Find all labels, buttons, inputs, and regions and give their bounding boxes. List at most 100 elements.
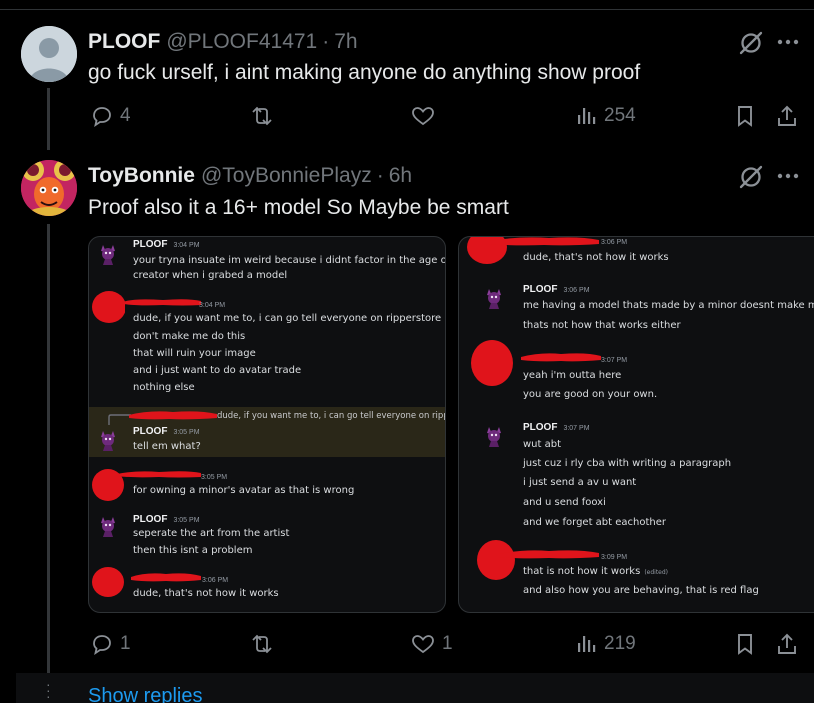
redacted-avatar-icon	[471, 340, 513, 386]
views-button[interactable]: 254	[576, 100, 636, 132]
reply-preview: dude, if you want me to, i can go tell e…	[217, 411, 446, 421]
chat-username-text: PLOOF	[523, 422, 558, 433]
chat-time-row: 3:09 PM	[595, 551, 627, 562]
chat-screenshot-right[interactable]: 3:06 PM dude, that's not how it works PL…	[458, 236, 814, 613]
share-icon	[778, 633, 796, 654]
tweet-header: ToyBonnie @ToyBonniePlayz · 6h	[88, 164, 412, 188]
like-icon	[412, 635, 434, 654]
chat-time-row: 3:06 PM	[595, 237, 627, 247]
retweet-icon	[252, 634, 272, 654]
reply-button[interactable]: 1	[90, 628, 131, 660]
chat-username-text: PLOOF	[523, 284, 558, 295]
chat-username-text: PLOOF	[133, 514, 168, 525]
chat-line: and u send fooxi	[523, 497, 606, 508]
bookmark-button[interactable]	[734, 100, 756, 132]
chat-username-text: PLOOF	[133, 239, 168, 250]
reply-count: 4	[120, 105, 131, 126]
display-name[interactable]: ToyBonnie	[88, 164, 195, 188]
redacted-name-icon	[131, 573, 201, 582]
chat-time: 3:07 PM	[563, 425, 590, 432]
more-icon[interactable]	[776, 38, 800, 46]
chat-line: tell em what?	[133, 441, 201, 452]
share-button[interactable]	[776, 628, 798, 660]
timestamp[interactable]: 6h	[389, 164, 412, 188]
reply-icon	[93, 107, 111, 127]
action-bar: 1 1 219	[88, 628, 804, 660]
chat-line: that will ruin your image	[133, 348, 256, 359]
chat-line: you are good on your own.	[523, 389, 658, 400]
chat-username-text: PLOOF	[133, 426, 168, 437]
chat-time-row: 3:06 PM	[196, 574, 228, 585]
like-count: 1	[442, 633, 453, 654]
avatar[interactable]	[21, 160, 77, 216]
bookmark-button[interactable]	[734, 628, 756, 660]
avatar[interactable]	[21, 26, 77, 82]
chat-line: and we forget abt eachother	[523, 517, 667, 528]
chat-username: PLOOF 3:05 PM	[133, 426, 200, 437]
grok-icon[interactable]	[738, 164, 764, 190]
timestamp[interactable]: 7h	[334, 30, 357, 54]
tweet-text: go fuck urself, i aint making anyone do …	[88, 61, 641, 84]
share-button[interactable]	[776, 100, 798, 132]
handle[interactable]: @PLOOF41471	[166, 30, 317, 54]
chat-username: PLOOF 3:06 PM	[523, 284, 590, 295]
views-icon	[578, 636, 596, 652]
action-bar: 4 254	[88, 100, 804, 132]
thread-line	[47, 224, 50, 673]
redacted-name-icon	[129, 411, 217, 420]
redacted-avatar-icon	[92, 567, 124, 597]
reply-button[interactable]: 4	[90, 100, 131, 132]
tweet-ploof[interactable]: PLOOF @PLOOF41471 · 7h go fuck urself, i…	[0, 0, 814, 160]
more-icon[interactable]	[776, 172, 800, 180]
chat-line: and i just want to do avatar trade	[133, 365, 302, 376]
chat-line: seperate the art from the artist	[133, 528, 290, 539]
chat-time-row: 3:07 PM	[595, 354, 627, 365]
redacted-name-icon	[123, 299, 201, 306]
share-icon	[778, 105, 796, 126]
retweet-button[interactable]	[248, 100, 276, 132]
chat-time: 3:04 PM	[199, 302, 226, 309]
handle[interactable]: @ToyBonniePlayz	[201, 164, 372, 188]
chat-line: dude, if you want me to, i can go tell e…	[133, 313, 442, 324]
like-button[interactable]: 1	[410, 628, 453, 660]
redacted-avatar-icon	[92, 291, 125, 323]
show-replies-row[interactable]: · · · Show replies	[16, 673, 814, 703]
chat-time-row: 3:05 PM	[195, 471, 227, 482]
redacted-name-icon	[521, 353, 601, 362]
chat-line: dude, that's not how it works	[133, 588, 279, 599]
grok-icon[interactable]	[738, 30, 764, 56]
chat-time: 3:07 PM	[601, 357, 628, 364]
redacted-avatar-icon	[477, 540, 515, 580]
views-button[interactable]: 219	[576, 628, 636, 660]
chat-line: don't make me do this	[133, 331, 246, 342]
chat-line: just cuz i rly cba with writing a paragr…	[523, 458, 732, 469]
chat-screenshot-left[interactable]: PLOOF 3:04 PM your tryna insuate im weird…	[88, 236, 446, 613]
bookmark-icon	[738, 634, 752, 655]
chat-line: dude, that's not how it works	[523, 252, 669, 263]
chat-line: then this isnt a problem	[133, 545, 253, 556]
default-avatar-icon	[21, 26, 77, 82]
view-count: 254	[604, 105, 636, 126]
view-count: 219	[604, 633, 636, 654]
purple-character-avatar-icon	[487, 427, 501, 447]
purple-character-avatar-icon	[487, 289, 501, 309]
chat-line: thats not how that works either	[523, 320, 681, 331]
tweet-text: Proof also it a 16+ model So Maybe be sm…	[88, 196, 509, 219]
show-replies-link[interactable]: Show replies	[88, 685, 203, 703]
like-button[interactable]	[410, 100, 436, 132]
chat-time: 3:05 PM	[173, 517, 200, 524]
reply-connector-icon	[108, 414, 131, 425]
reply-icon	[93, 635, 111, 655]
chat-time: 3:05 PM	[173, 429, 200, 436]
chat-username: PLOOF 3:05 PM	[133, 514, 200, 525]
chat-line: i just send a av u want	[523, 477, 637, 488]
character-avatar-icon	[21, 160, 77, 216]
media-attachments: PLOOF 3:04 PM your tryna insuate im weird…	[88, 236, 814, 613]
chat-line-text: that is not how it works	[523, 566, 641, 577]
chat-line: wut abt	[523, 439, 562, 450]
chat-line: that is not how it works (edited)	[523, 566, 668, 577]
display-name[interactable]: PLOOF	[88, 30, 160, 54]
retweet-button[interactable]	[248, 628, 276, 660]
chat-time: 3:09 PM	[601, 554, 628, 561]
purple-character-avatar-icon	[101, 431, 115, 451]
